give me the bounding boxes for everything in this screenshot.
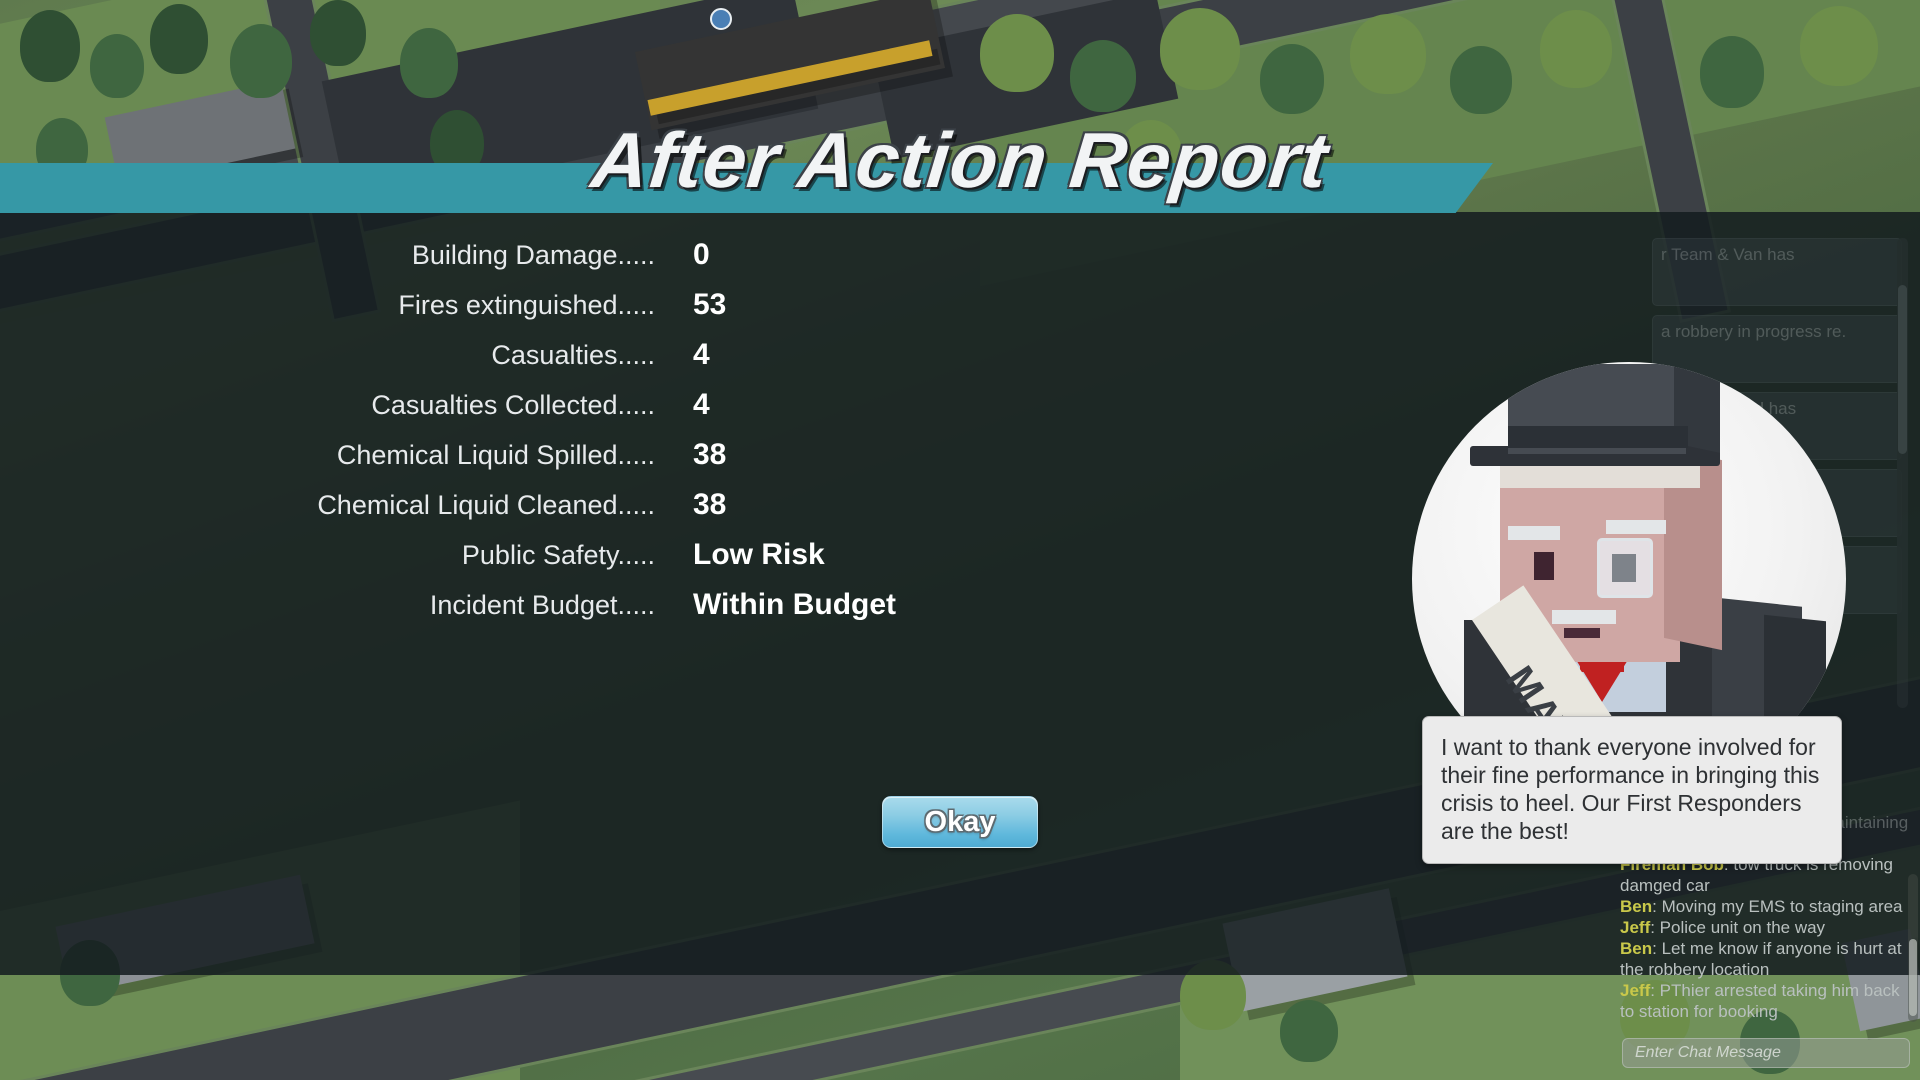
stat-row: Public Safety..... Low Risk <box>0 538 1300 572</box>
mayor-eye-left <box>1534 552 1554 580</box>
stat-label: Public Safety..... <box>461 540 655 570</box>
mayor-portrait: MAYOR <box>1412 252 1852 796</box>
stat-value: Within Budget <box>693 588 897 621</box>
chat-message: Ben: Let me know if anyone is hurt at th… <box>1620 938 1910 980</box>
stat-label: Casualties..... <box>491 340 655 370</box>
mayor-speech-bubble: I want to thank everyone involved for th… <box>1422 716 1842 864</box>
okay-button-label: Okay <box>924 805 996 838</box>
mayor-eye-right <box>1612 554 1636 582</box>
stat-value: Low Risk <box>693 538 825 571</box>
scrollbar-thumb[interactable] <box>1898 285 1907 455</box>
chat-text: : Police unit on the way <box>1650 918 1826 937</box>
mayor-eyebrow-right <box>1606 520 1666 534</box>
chat-sender: Jeff <box>1620 981 1651 1000</box>
stat-label: Building Damage..... <box>411 240 655 270</box>
page-title: After Action Report <box>587 116 1333 204</box>
map-marker-icon <box>710 8 732 30</box>
chat-sender: Ben <box>1620 939 1653 958</box>
chat-input[interactable] <box>1622 1038 1910 1068</box>
chat-text: : PThier arrested taking him back to sta… <box>1620 981 1900 1021</box>
stat-value: 0 <box>693 238 710 271</box>
stat-value: 4 <box>693 338 710 371</box>
stat-row: Casualties..... 4 <box>0 338 1300 372</box>
stat-label: Casualties Collected..... <box>371 390 655 420</box>
stat-row: Chemical Liquid Cleaned..... 38 <box>0 488 1300 522</box>
chat-scrollbar[interactable] <box>1908 874 1918 1022</box>
chat-text: : Let me know if anyone is hurt at the r… <box>1620 939 1902 979</box>
stat-row: Incident Budget..... Within Budget <box>0 588 1300 622</box>
stat-row: Building Damage..... 0 <box>0 238 1300 272</box>
stat-value: 38 <box>693 488 727 521</box>
stat-value: 38 <box>693 438 727 471</box>
stat-label: Chemical Liquid Spilled..... <box>336 440 655 470</box>
stat-label: Chemical Liquid Cleaned..... <box>317 490 655 520</box>
chat-text: : Moving my EMS to staging area <box>1652 897 1903 916</box>
stat-row: Casualties Collected..... 4 <box>0 388 1300 422</box>
chat-sender: Ben <box>1620 897 1653 916</box>
chat-message: Jeff: PThier arrested taking him back to… <box>1620 980 1910 1022</box>
message-panel-scrollbar[interactable] <box>1897 238 1908 708</box>
after-action-stats-list: Building Damage..... 0 Fires extinguishe… <box>0 238 1300 638</box>
stat-row: Chemical Liquid Spilled..... 38 <box>0 438 1300 472</box>
mayor-speech-text: I want to thank everyone involved for th… <box>1441 734 1820 844</box>
chat-message: Jeff: Police unit on the way <box>1620 917 1910 938</box>
mayor-mouth <box>1564 628 1600 638</box>
chat-message: Ben: Moving my EMS to staging area <box>1620 896 1910 917</box>
mayor-eyebrow-left <box>1508 526 1560 540</box>
mayor-hat-band <box>1508 426 1688 448</box>
mayor-mustache <box>1552 610 1616 624</box>
stat-row: Fires extinguished..... 53 <box>0 288 1300 322</box>
stat-label: Fires extinguished..... <box>398 290 655 320</box>
stat-value: 4 <box>693 388 710 421</box>
chat-sender: Jeff <box>1620 918 1651 937</box>
scrollbar-thumb[interactable] <box>1909 939 1917 1017</box>
okay-button[interactable]: Okay <box>882 796 1038 848</box>
stat-label: Incident Budget..... <box>429 590 655 620</box>
stat-value: 53 <box>693 288 727 321</box>
